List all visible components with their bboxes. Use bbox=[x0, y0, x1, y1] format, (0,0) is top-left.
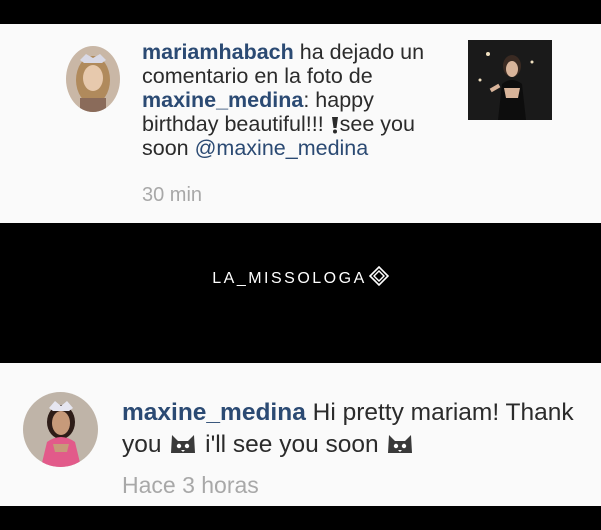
diamond-logo-icon bbox=[368, 266, 389, 286]
reply-text: maxine_medina Hi pretty mariam! Thank yo… bbox=[122, 397, 582, 461]
username-link[interactable]: mariamhabach bbox=[142, 40, 294, 64]
cat-face-icon bbox=[171, 435, 196, 453]
cat-face-icon bbox=[388, 435, 413, 453]
reply-username-link[interactable]: maxine_medina bbox=[122, 399, 306, 426]
reply-timestamp: Hace 3 horas bbox=[122, 472, 259, 498]
watermark: LA_MISSOLOGA bbox=[0, 266, 601, 288]
notification-text: mariamhabach ha dejado un comentario en … bbox=[142, 40, 452, 160]
target-user-link[interactable]: maxine_medina bbox=[142, 88, 303, 112]
exclamation-icon bbox=[331, 117, 338, 134]
timestamp: 30 min bbox=[142, 184, 203, 206]
avatar-mariamhabach[interactable] bbox=[66, 46, 120, 112]
photo-thumbnail-icon bbox=[468, 40, 552, 120]
mention-link[interactable]: @maxine_medina bbox=[195, 136, 369, 160]
profile-photo-icon bbox=[66, 46, 120, 112]
photo-thumbnail[interactable] bbox=[468, 40, 552, 120]
avatar-maxine-medina[interactable] bbox=[23, 392, 98, 467]
profile-photo-icon bbox=[23, 392, 98, 467]
watermark-text: LA_MISSOLOGA bbox=[212, 270, 367, 287]
reply-message-2: i'll see you soon bbox=[198, 431, 386, 458]
